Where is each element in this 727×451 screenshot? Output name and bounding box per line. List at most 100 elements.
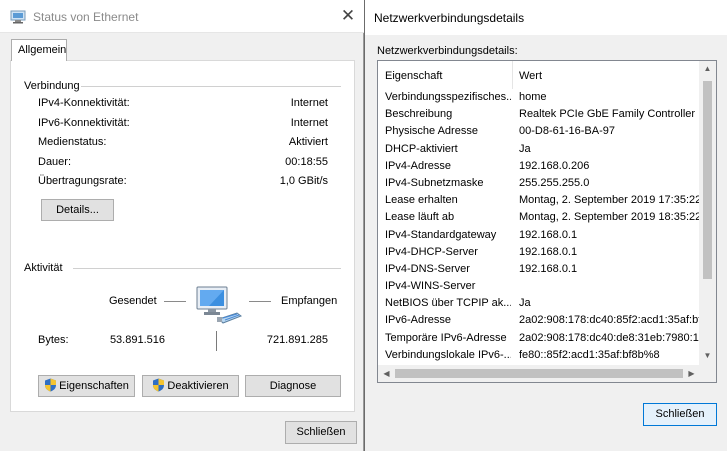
table-row[interactable]: IPv4-Subnetzmaske 255.255.255.0 bbox=[378, 175, 700, 192]
property-cell: IPv4-DNS-Server bbox=[385, 262, 470, 275]
property-cell: IPv4-DHCP-Server bbox=[385, 245, 478, 258]
bytes-label: Bytes: bbox=[38, 334, 69, 346]
details-window-titlebar[interactable]: Netzwerkverbindungsdetails bbox=[365, 0, 727, 35]
table-row[interactable]: IPv6-Adresse 2a02:908:178:dc40:85f2:acd1:… bbox=[378, 312, 700, 329]
close-button[interactable]: Schließen bbox=[285, 421, 357, 444]
details-listview[interactable]: Eigenschaft Wert Verbindungsspezifisches… bbox=[377, 60, 717, 383]
scroll-down-icon[interactable]: ▼ bbox=[699, 351, 716, 360]
horizontal-scrollbar[interactable]: ◀ ▶ bbox=[378, 365, 700, 382]
bytes-sent-value: 53.891.516 bbox=[109, 334, 165, 346]
value-cell: 192.168.0.1 bbox=[519, 245, 578, 258]
table-row[interactable]: DHCP-aktiviert Ja bbox=[378, 141, 700, 158]
group-divider bbox=[81, 86, 341, 87]
table-row[interactable]: Verbindungslokale IPv6-... fe80::85f2:acd… bbox=[378, 347, 700, 364]
details-button[interactable]: Details... bbox=[41, 199, 114, 221]
general-tab-panel: Verbindung IPv4-Konnektivität: Internet … bbox=[10, 60, 355, 412]
property-cell: NetBIOS über TCPIP ak... bbox=[385, 297, 511, 310]
value-cell: 192.168.0.1 bbox=[519, 228, 578, 241]
activity-group-label: Aktivität bbox=[24, 262, 63, 274]
property-cell: Verbindungslokale IPv6-... bbox=[385, 348, 511, 361]
ipv6-connectivity-label: IPv6-Konnektivität: bbox=[38, 117, 130, 129]
properties-button-label: Eigenschaften bbox=[59, 380, 129, 392]
scrollbar-thumb[interactable] bbox=[703, 81, 712, 279]
status-window: Status von Ethernet ✕ Allgemein Verbindu… bbox=[0, 0, 364, 451]
scroll-up-icon[interactable]: ▲ bbox=[699, 64, 716, 73]
media-status-value: Aktiviert bbox=[288, 136, 328, 148]
tab-allgemein[interactable]: Allgemein bbox=[11, 39, 67, 61]
table-row[interactable]: NetBIOS über TCPIP ak... Ja bbox=[378, 295, 700, 312]
table-row[interactable]: IPv4-DNS-Server 192.168.0.1 bbox=[378, 261, 700, 278]
table-row[interactable]: Verbindungsspezifisches... home bbox=[378, 89, 700, 106]
value-cell: 00-D8-61-16-BA-97 bbox=[519, 125, 615, 138]
sent-label: Gesendet bbox=[109, 295, 157, 307]
value-cell: 192.168.0.206 bbox=[519, 159, 590, 172]
value-cell: Ja bbox=[519, 297, 531, 310]
property-cell: Verbindungsspezifisches... bbox=[385, 91, 511, 103]
property-cell: IPv4-Adresse bbox=[385, 159, 452, 172]
duration-label: Dauer: bbox=[38, 156, 72, 168]
ipv4-connectivity-label: IPv4-Konnektivität: bbox=[38, 97, 130, 109]
network-computer-icon bbox=[193, 283, 245, 331]
network-adapter-icon bbox=[10, 10, 26, 24]
scroll-right-icon[interactable]: ▶ bbox=[683, 369, 700, 378]
deactivate-button[interactable]: Deaktivieren bbox=[142, 375, 239, 397]
value-cell: 192.168.0.1 bbox=[519, 262, 578, 275]
close-button[interactable]: Schließen bbox=[643, 403, 717, 426]
details-caption: Netzwerkverbindungsdetails: bbox=[377, 45, 518, 57]
table-row[interactable]: Physische Adresse 00-D8-61-16-BA-97 bbox=[378, 123, 700, 140]
status-window-titlebar[interactable]: Status von Ethernet ✕ bbox=[0, 0, 364, 33]
table-row[interactable]: Temporäre IPv6-Adresse 2a02:908:178:dc40:… bbox=[378, 330, 700, 347]
received-label: Empfangen bbox=[281, 295, 338, 307]
property-cell: IPv6-Adresse bbox=[385, 314, 452, 327]
property-cell: Temporäre IPv6-Adresse bbox=[385, 331, 507, 344]
close-icon[interactable]: ✕ bbox=[340, 7, 356, 24]
scrollbar-corner bbox=[699, 365, 716, 382]
value-cell: fe80::85f2:acd1:35af:bf8b%8 bbox=[519, 348, 660, 361]
value-cell: Montag, 2. September 2019 17:35:22 bbox=[519, 194, 700, 207]
value-cell: Realtek PCIe GbE Family Controller bbox=[519, 108, 696, 121]
value-cell: 255.255.255.0 bbox=[519, 176, 590, 189]
table-row[interactable]: Beschreibung Realtek PCIe GbE Family Cont… bbox=[378, 106, 700, 123]
diagnose-button[interactable]: Diagnose bbox=[245, 375, 341, 397]
listview-header: Eigenschaft Wert bbox=[378, 61, 700, 89]
table-row[interactable]: IPv4-Standardgateway 192.168.0.1 bbox=[378, 227, 700, 244]
duration-value: 00:18:55 bbox=[285, 156, 328, 168]
property-cell: Lease läuft ab bbox=[385, 211, 455, 224]
property-cell: Physische Adresse bbox=[385, 125, 478, 138]
table-row[interactable]: IPv4-Adresse 192.168.0.206 bbox=[378, 158, 700, 175]
scroll-left-icon[interactable]: ◀ bbox=[378, 369, 395, 378]
value-cell: Ja bbox=[519, 142, 531, 155]
value-cell: Montag, 2. September 2019 18:35:22 bbox=[519, 211, 700, 224]
activity-separator bbox=[216, 331, 217, 351]
column-separator[interactable] bbox=[512, 61, 513, 89]
window-title: Status von Ethernet bbox=[33, 10, 139, 24]
properties-button[interactable]: Eigenschaften bbox=[38, 375, 135, 397]
listview-rows: Verbindungsspezifisches... home Beschreib… bbox=[378, 89, 700, 365]
table-row[interactable]: Lease läuft ab Montag, 2. September 2019 … bbox=[378, 209, 700, 226]
property-cell: Lease erhalten bbox=[385, 194, 458, 207]
value-cell: home bbox=[519, 91, 547, 103]
value-cell: 2a02:908:178:dc40:de8:31eb:7980:1( bbox=[519, 331, 700, 344]
table-row[interactable]: IPv4-DHCP-Server 192.168.0.1 bbox=[378, 244, 700, 261]
property-cell: IPv4-WINS-Server bbox=[385, 280, 476, 293]
ipv4-connectivity-value: Internet bbox=[290, 97, 328, 109]
deactivate-button-label: Deaktivieren bbox=[167, 380, 229, 392]
details-window: Netzwerkverbindungsdetails Netzwerkverbi… bbox=[364, 0, 727, 451]
transfer-rate-label: Übertragungsrate: bbox=[38, 175, 127, 187]
media-status-label: Medienstatus: bbox=[38, 136, 107, 148]
column-header-property[interactable]: Eigenschaft bbox=[385, 70, 442, 82]
column-header-value[interactable]: Wert bbox=[519, 70, 542, 82]
table-row[interactable]: Lease erhalten Montag, 2. September 2019 … bbox=[378, 192, 700, 209]
value-cell: 2a02:908:178:dc40:85f2:acd1:35af:bf bbox=[519, 314, 700, 327]
group-divider bbox=[73, 268, 341, 269]
bytes-received-value: 721.891.285 bbox=[266, 334, 328, 346]
scrollbar-thumb[interactable] bbox=[395, 369, 683, 378]
property-cell: DHCP-aktiviert bbox=[385, 142, 458, 155]
property-cell: IPv4-Standardgateway bbox=[385, 228, 497, 241]
property-cell: IPv4-Subnetzmaske bbox=[385, 176, 484, 189]
uac-shield-icon bbox=[44, 378, 57, 392]
table-row[interactable]: IPv4-WINS-Server bbox=[378, 278, 700, 295]
uac-shield-icon bbox=[152, 378, 165, 392]
vertical-scrollbar[interactable]: ▲ ▼ bbox=[699, 61, 716, 365]
ipv6-connectivity-value: Internet bbox=[290, 117, 328, 129]
